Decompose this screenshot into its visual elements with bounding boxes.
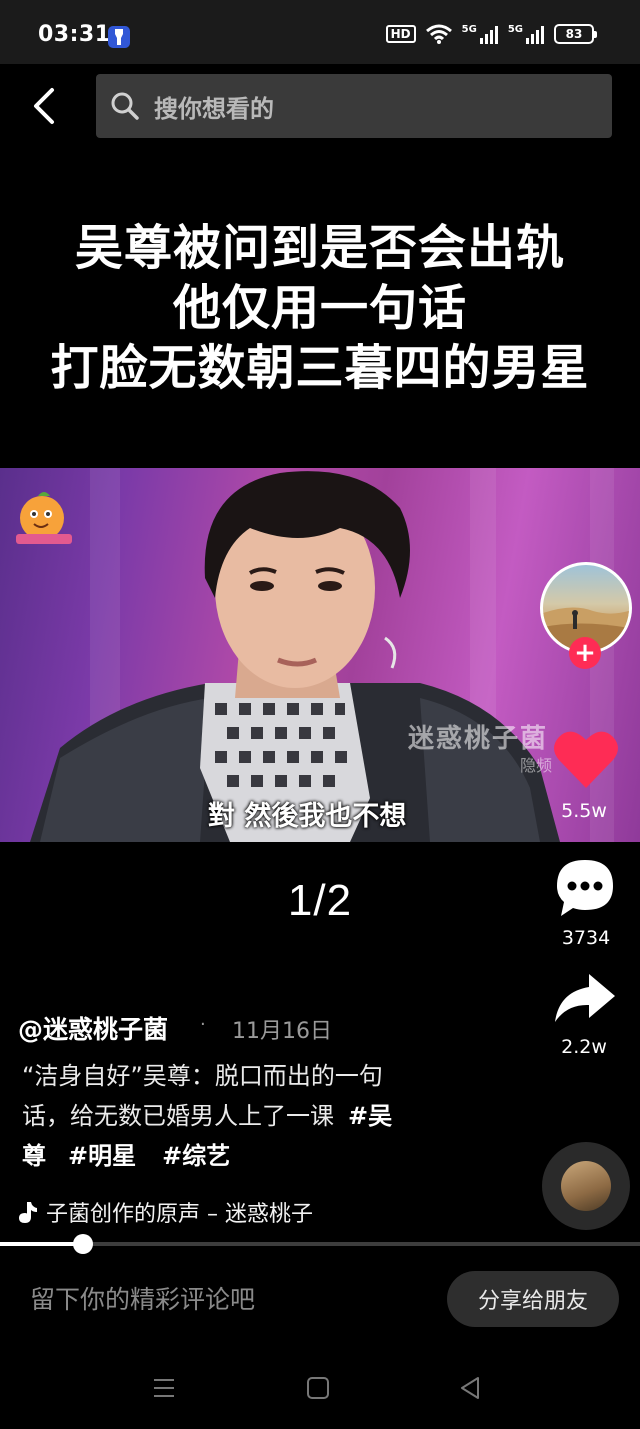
flashlight-icon (108, 26, 130, 48)
post-date: 11月16日 (232, 1019, 332, 1044)
caption-line-2-text: 话，给无数已婚男人上了一课 (22, 1102, 334, 1130)
signal-icon: 5G (462, 24, 498, 44)
peach-logo-icon (16, 492, 72, 544)
follow-button[interactable]: + (569, 637, 601, 669)
chevron-left-icon (34, 88, 54, 124)
search-icon (111, 92, 139, 120)
music-title: 子菌创作的原声 – 迷惑桃子 (46, 1202, 313, 1227)
share-icon[interactable] (553, 970, 617, 1026)
search-input[interactable]: 搜你想看的 (96, 74, 612, 138)
signal-icon-2: 5G (508, 24, 544, 44)
caption-line-2: 话，给无数已婚男人上了一课 #吴 (22, 1096, 462, 1136)
comment-input[interactable]: 留下你的精彩评论吧 (30, 1280, 255, 1316)
caption-line-3: 尊 #明星 #综艺 (22, 1136, 462, 1176)
video-progress-bar[interactable] (0, 1234, 640, 1254)
hd-badge: HD (385, 25, 416, 43)
search-placeholder: 搜你想看的 (154, 94, 274, 123)
share-count: 2.2w (561, 1036, 607, 1058)
hashtag-wuzun-cont[interactable]: 尊 (22, 1142, 46, 1170)
music-info[interactable]: 子菌创作的原声 – 迷惑桃子 (18, 1196, 313, 1228)
video-subtitle: 對 然後我也不想 (208, 801, 407, 832)
system-nav-bar (0, 1348, 640, 1429)
status-bar: 03:31 HD 5G 5G 83 (0, 0, 640, 64)
person-figure (30, 471, 560, 842)
music-disc-cover (561, 1161, 611, 1211)
music-note-icon (19, 1202, 37, 1223)
watermark-subtext: 隐频 (520, 756, 553, 775)
hashtag-wuzun[interactable]: #吴 (348, 1102, 392, 1130)
battery-level: 83 (565, 27, 583, 41)
follow-plus: + (574, 638, 596, 668)
home-icon[interactable] (306, 1376, 330, 1400)
headline-line-3: 打脸无数朝三暮四的男星 (50, 340, 590, 396)
headline-line-2: 他仅用一句话 (172, 280, 467, 336)
headline-line-1: 吴尊被问到是否会出轨 (74, 220, 565, 276)
back-nav-icon[interactable] (458, 1376, 482, 1400)
battery-icon: 83 (554, 24, 597, 44)
like-count: 5.5w (561, 800, 607, 822)
share-to-friend-button[interactable]: 分享给朋友 (447, 1271, 619, 1327)
comment-count: 3734 (561, 927, 611, 949)
menu-icon[interactable] (152, 1376, 176, 1400)
author-name[interactable]: @迷惑桃子菌 (18, 1010, 168, 1046)
page-indicator: 1/2 (287, 876, 353, 925)
hashtag-star[interactable]: #明星 (68, 1142, 136, 1170)
progress-fill (0, 1242, 83, 1246)
music-disc[interactable] (542, 1142, 630, 1230)
hashtag-variety[interactable]: #综艺 (162, 1142, 230, 1170)
separator-dot: · (200, 1014, 206, 1035)
comment-icon[interactable] (553, 856, 617, 918)
watermark-text: 迷惑桃子菌 (408, 724, 549, 754)
video-frame[interactable] (0, 468, 640, 842)
heart-icon[interactable] (553, 728, 619, 790)
back-button[interactable] (28, 86, 64, 126)
caption-line-1: “洁身自好”吴尊：脱口而出的一句 (22, 1062, 383, 1090)
wifi-icon (425, 24, 452, 44)
post-caption: “洁身自好”吴尊：脱口而出的一句 话，给无数已婚男人上了一课 #吴 尊 #明星 #综艺 (22, 1056, 462, 1176)
progress-thumb[interactable] (73, 1234, 93, 1254)
video-headline: 吴尊被问到是否会出轨 他仅用一句话 打脸无数朝三暮四的男星 (0, 218, 640, 398)
status-time: 03:31 (38, 22, 111, 47)
status-indicators: HD 5G 5G 83 (385, 24, 597, 44)
